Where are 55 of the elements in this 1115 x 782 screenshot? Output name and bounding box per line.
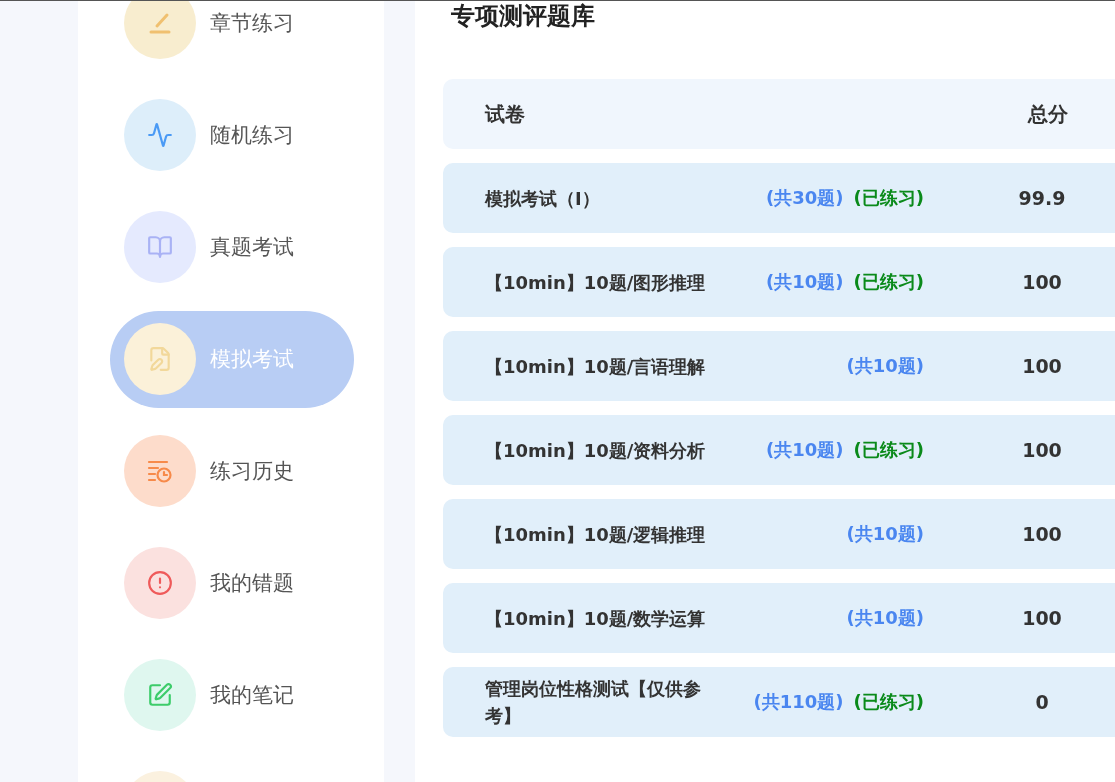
score: 100 (1021, 439, 1063, 461)
document-pen-icon (147, 346, 173, 372)
menu-item[interactable]: 我的错题 (110, 534, 354, 632)
question-count: (共110题) (753, 690, 844, 714)
question-count: (共10题) (766, 438, 844, 462)
column-header: 试卷 (485, 100, 526, 128)
list-clock-icon (147, 459, 173, 483)
paper-name: 【10min】10题/言语理解 (485, 354, 707, 379)
score: 99.9 (1017, 187, 1067, 209)
score: 0 (1034, 691, 1050, 713)
menu-item[interactable]: 随机练习 (110, 86, 354, 184)
paper-name: 管理岗位性格测试【仅供参考】 (485, 677, 702, 728)
question-count: (共30题) (766, 186, 844, 210)
table-row[interactable]: 【10min】10题/数学运算 (共10题) 100 (443, 583, 1115, 653)
paper-name: 模拟考试（I） (485, 186, 601, 211)
pulse-icon (147, 122, 173, 148)
table-row[interactable]: 【10min】10题/逻辑推理 (共10题) 100 (443, 499, 1115, 569)
table-row[interactable]: 管理岗位性格测试【仅供参考】 (共110题) (已练习) 0 (443, 667, 1115, 737)
menu-item[interactable]: 真题考试 (110, 198, 354, 296)
table-row[interactable]: 【10min】10题/言语理解 (共10题) 100 (443, 331, 1115, 401)
alert-icon (147, 570, 173, 596)
question-count: (共10题) (766, 270, 844, 294)
menu-item-label: 模拟考试 (210, 346, 294, 373)
book-icon (147, 234, 173, 260)
paper-name: 【10min】10题/逻辑推理 (485, 522, 707, 547)
score: 100 (1021, 355, 1063, 377)
menu-item-label: 我的笔记 (210, 682, 294, 709)
practiced-label: (已练习) (853, 438, 924, 462)
score: 100 (1021, 523, 1063, 545)
paper-name: 【10min】10题/资料分析 (485, 438, 707, 463)
question-count: (共10题) (846, 522, 924, 546)
edit-icon (147, 682, 173, 708)
table-row[interactable]: 【10min】10题/图形推理 (共10题) (已练习) 100 (443, 247, 1115, 317)
menu-item[interactable]: 我的笔记 (110, 646, 354, 744)
menu-item-label: 随机练习 (210, 122, 294, 149)
practiced-label: (已练习) (853, 186, 924, 210)
question-count: (共10题) (846, 606, 924, 630)
practiced-label: (已练习) (853, 690, 924, 714)
menu-item[interactable]: 练习历史 (110, 422, 354, 520)
page-title: 专项测评题库 (450, 1, 596, 32)
paper-name: 【10min】10题/图形推理 (485, 270, 707, 295)
menu-item[interactable]: 章节练习 (110, 1, 354, 72)
menu-item-label: 章节练习 (210, 10, 294, 37)
table-row[interactable]: 模拟考试（I） (共30题) (已练习) 99.9 (443, 163, 1115, 233)
practiced-label: (已练习) (853, 270, 924, 294)
table-row[interactable]: 【10min】10题/资料分析 (共10题) (已练习) 100 (443, 415, 1115, 485)
score: 100 (1021, 607, 1063, 629)
menu-item-label: 练习历史 (210, 458, 294, 485)
question-count: (共10题) (846, 354, 924, 378)
column-header: 总分 (1026, 100, 1069, 128)
menu-item-label: 我的错题 (210, 570, 294, 597)
paper-name: 【10min】10题/数学运算 (485, 606, 707, 631)
score: 100 (1021, 271, 1063, 293)
menu-item-label: 真题考试 (210, 234, 294, 261)
pencil-line-icon (148, 11, 172, 35)
